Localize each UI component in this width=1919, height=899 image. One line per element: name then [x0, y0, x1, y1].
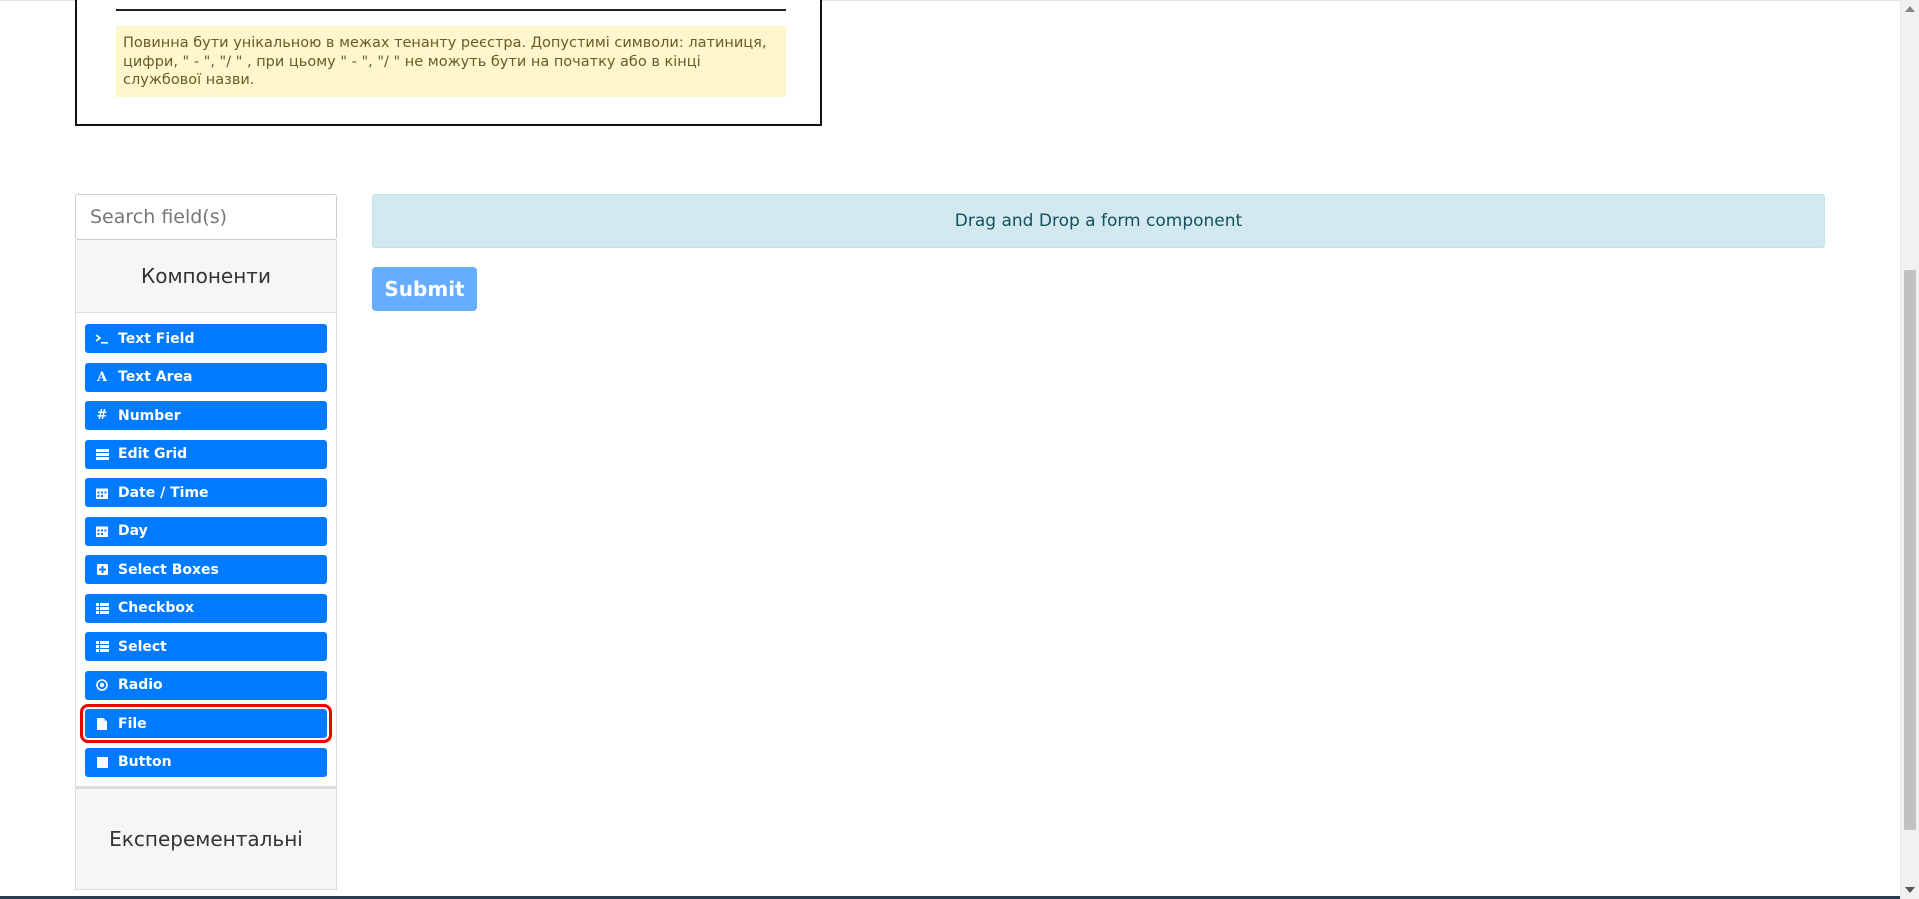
component-number[interactable]: # Number — [85, 401, 327, 430]
components-panel-title[interactable]: Компоненти — [76, 240, 336, 313]
list-icon — [95, 641, 109, 652]
component-radio[interactable]: Radio — [85, 670, 327, 700]
page-scrollbar[interactable] — [1900, 0, 1919, 899]
terminal-icon — [95, 333, 109, 345]
component-day[interactable]: Day — [85, 516, 327, 546]
form-dropzone[interactable]: Drag and Drop a form component — [372, 194, 1825, 248]
component-text-field[interactable]: Text Field — [85, 324, 327, 353]
component-date-time[interactable]: Date / Time — [85, 478, 327, 507]
component-text-area[interactable]: A Text Area — [85, 362, 327, 392]
search-fields-input[interactable] — [75, 194, 337, 240]
plus-square-icon — [95, 564, 109, 575]
component-button[interactable]: Button — [85, 747, 327, 777]
scroll-thumb[interactable] — [1904, 270, 1916, 830]
experimental-panel: Експерементальні — [75, 787, 337, 890]
component-label: Select — [118, 638, 167, 655]
field-underline — [116, 9, 786, 11]
component-label: Date / Time — [118, 484, 209, 501]
calendar-icon — [95, 487, 109, 499]
component-select[interactable]: Select — [85, 632, 327, 661]
component-label: Day — [118, 523, 148, 539]
component-checkbox[interactable]: Checkbox — [85, 593, 327, 623]
component-label: File — [118, 715, 147, 732]
dot-circle-icon — [95, 679, 109, 691]
component-label: Radio — [118, 677, 163, 693]
builder-sidebar: Компоненти Text Field A Text Area # Numb… — [75, 194, 337, 890]
component-file[interactable]: File — [80, 704, 332, 743]
component-label: Checkbox — [118, 600, 195, 616]
scroll-up-arrow-icon[interactable] — [1905, 6, 1915, 12]
component-select-boxes[interactable]: Select Boxes — [85, 555, 327, 584]
hash-icon: # — [96, 408, 108, 423]
component-label: Text Area — [118, 369, 193, 385]
components-panel: Компоненти Text Field A Text Area # Numb… — [75, 240, 337, 788]
list-icon — [95, 448, 109, 460]
component-label: Edit Grid — [118, 446, 188, 462]
component-label: Text Field — [118, 330, 195, 347]
calendar-icon — [95, 525, 109, 537]
experimental-panel-title[interactable]: Експерементальні — [76, 789, 336, 889]
file-icon — [95, 717, 109, 730]
scroll-down-arrow-icon[interactable] — [1905, 887, 1915, 893]
components-list: Text Field A Text Area # Number Edit Gri… — [76, 313, 336, 787]
component-label: Select Boxes — [118, 561, 219, 578]
font-icon: A — [96, 369, 108, 385]
component-label: Number — [118, 407, 181, 424]
component-label: Button — [118, 754, 172, 770]
component-edit-grid[interactable]: Edit Grid — [85, 439, 327, 469]
field-name-hint: Повинна бути унікальною в межах тенанту … — [116, 26, 786, 97]
list-check-icon — [95, 602, 109, 614]
submit-button[interactable]: Submit — [372, 267, 477, 311]
field-name-panel: Повинна бути унікальною в межах тенанту … — [75, 0, 822, 126]
stop-icon — [95, 756, 109, 768]
